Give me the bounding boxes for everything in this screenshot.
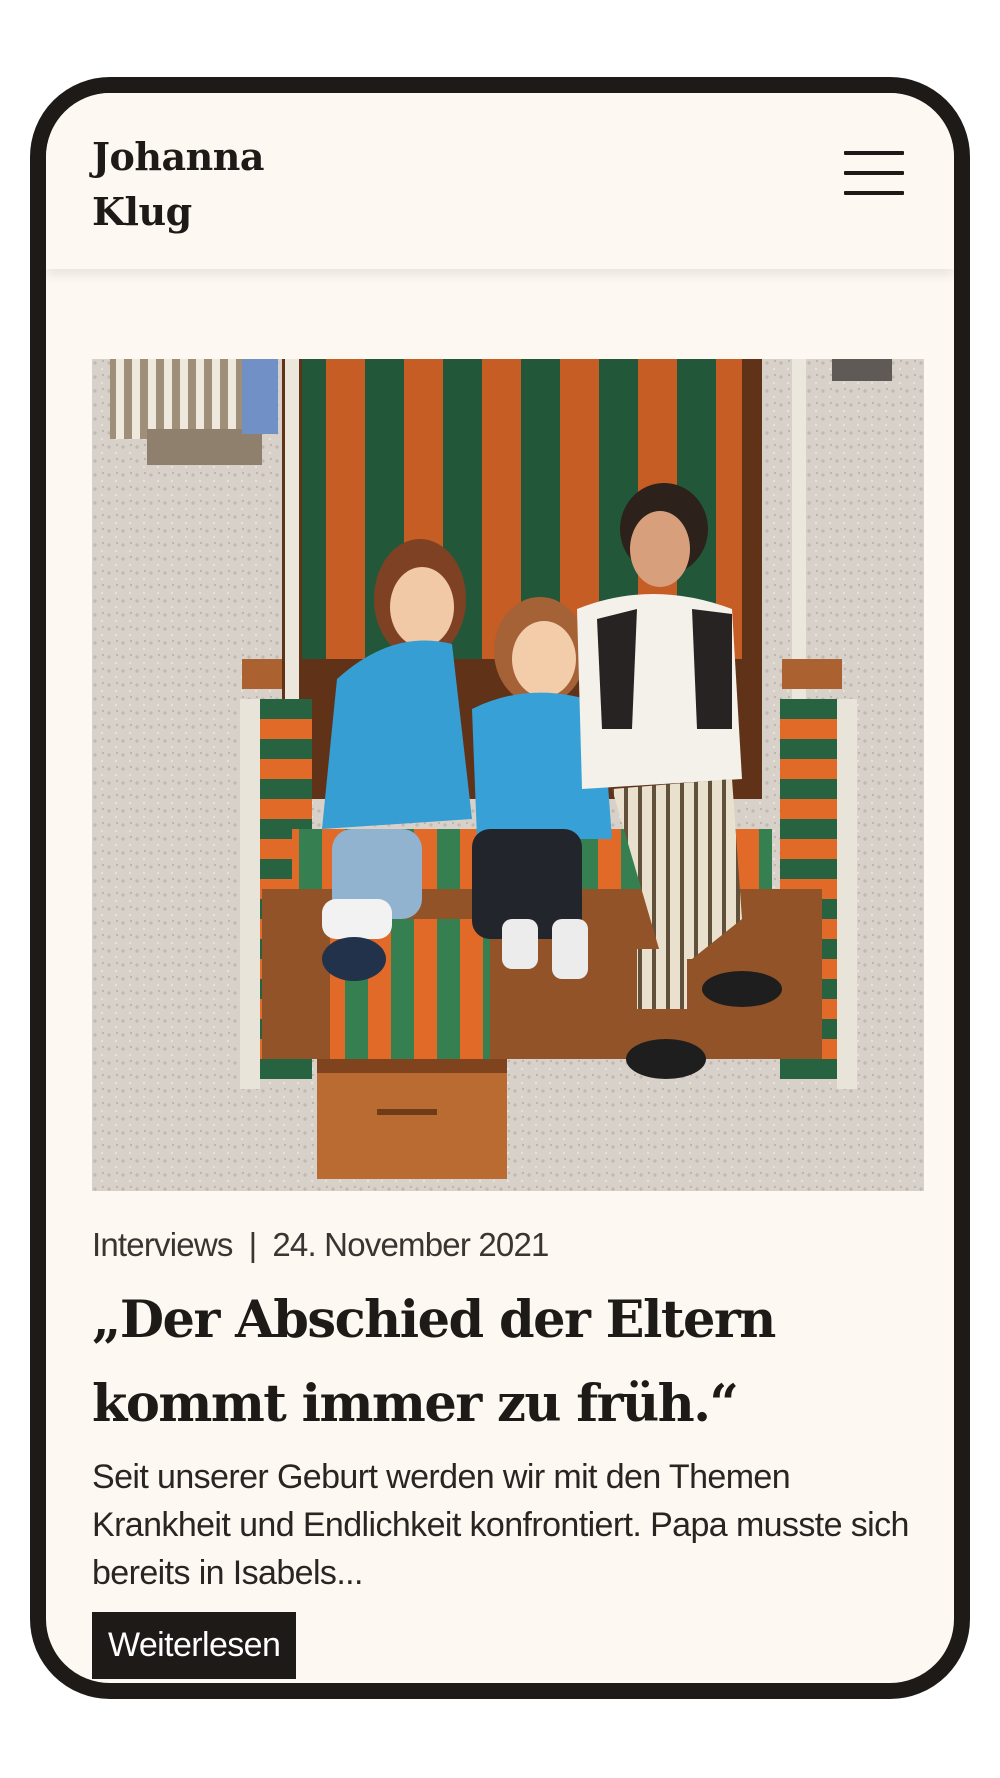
post-date: 24. November 2021 xyxy=(272,1226,549,1263)
phone-frame: Johanna Klug Interviews | 24. November 2… xyxy=(30,77,970,1699)
hamburger-menu-icon[interactable] xyxy=(844,151,904,197)
post-featured-image[interactable] xyxy=(92,359,924,1191)
post-excerpt: Seit unserer Geburt werden wir mit den T… xyxy=(92,1458,909,1592)
post-category-link[interactable]: Interviews xyxy=(92,1226,233,1263)
read-more-button[interactable]: Weiterlesen xyxy=(92,1612,297,1679)
meta-separator: | xyxy=(248,1226,258,1263)
menu-bar xyxy=(844,151,904,155)
menu-bar xyxy=(844,191,904,195)
post-meta: Interviews | 24. November 2021 xyxy=(92,1226,924,1264)
site-logo[interactable]: Johanna Klug xyxy=(92,129,392,239)
beach-chair-photo xyxy=(92,359,924,1191)
site-header: Johanna Klug xyxy=(46,93,954,269)
menu-bar xyxy=(844,171,904,175)
logo-line-1: Johanna xyxy=(92,134,264,179)
logo-line-2: Klug xyxy=(92,189,192,234)
post-title[interactable]: „Der Abschied der Eltern kommt immer zu … xyxy=(92,1278,924,1446)
